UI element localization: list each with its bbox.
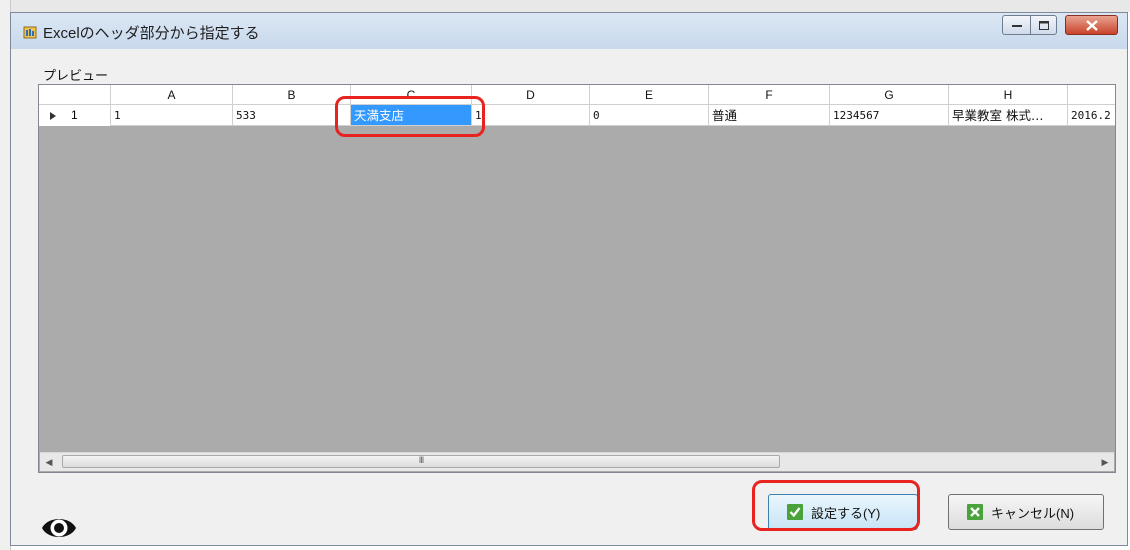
row-number: 1 (71, 108, 78, 122)
scrollbar-thumb[interactable]: III (62, 455, 780, 468)
grid-header-row: A B C D E F G H (39, 85, 1115, 105)
cell-d1[interactable]: 1 (472, 105, 590, 126)
scrollbar-grip: III (418, 455, 424, 465)
minimize-button[interactable] (1002, 15, 1030, 35)
background-strip (0, 0, 1130, 12)
maximize-icon (1038, 20, 1049, 30)
grid-corner-cell[interactable] (39, 85, 111, 105)
cancel-button-label: キャンセル(N) (991, 505, 1075, 521)
cell-b1[interactable]: 533 (233, 105, 351, 126)
row-header[interactable]: 1 (39, 105, 111, 126)
column-header-g[interactable]: G (830, 85, 949, 105)
cell-i1[interactable]: 2016.2 (1068, 105, 1115, 126)
minimize-icon (1011, 25, 1022, 27)
column-header-e[interactable]: E (590, 85, 709, 105)
column-header-c[interactable]: C (351, 85, 472, 105)
confirm-button[interactable]: 設定する(Y) (768, 494, 918, 530)
column-header-d[interactable]: D (472, 85, 590, 105)
checkmark-icon (787, 504, 803, 520)
scroll-right-arrow-icon[interactable]: ▶ (1096, 453, 1114, 471)
eye-icon (42, 519, 76, 537)
x-icon (967, 504, 983, 520)
cancel-button[interactable]: キャンセル(N) (948, 494, 1104, 530)
maximize-button[interactable] (1030, 15, 1057, 35)
scroll-left-arrow-icon[interactable]: ◀ (40, 453, 58, 471)
close-icon (1085, 19, 1098, 31)
column-header-i[interactable] (1068, 85, 1115, 105)
preview-grid[interactable]: A B C D E F G H 1 1 533 天満支店 1 0 普通 1234… (38, 84, 1116, 473)
column-header-b[interactable]: B (233, 85, 351, 105)
column-header-a[interactable]: A (111, 85, 233, 105)
cell-f1[interactable]: 普通 (709, 105, 830, 126)
preview-label: プレビュー (43, 68, 109, 83)
dialog-window: Excelのヘッダ部分から指定する プレビュー A B C D E F G H (10, 12, 1128, 546)
cell-c1[interactable]: 天満支店 (351, 105, 472, 126)
column-header-f[interactable]: F (709, 85, 830, 105)
table-row: 1 1 533 天満支店 1 0 普通 1234567 早業教室 株式… 201… (39, 105, 1115, 126)
horizontal-scrollbar[interactable]: ◀ III ▶ (40, 452, 1114, 471)
confirm-button-label: 設定する(Y) (811, 505, 881, 521)
cell-e1[interactable]: 0 (590, 105, 709, 126)
cell-h1[interactable]: 早業教室 株式… (949, 105, 1068, 126)
column-header-h[interactable]: H (949, 85, 1068, 105)
app-icon (23, 26, 37, 39)
current-row-arrow-icon (50, 112, 56, 120)
cell-g1[interactable]: 1234567 (830, 105, 949, 126)
close-button[interactable] (1065, 15, 1118, 35)
window-title: Excelのヘッダ部分から指定する (43, 25, 260, 42)
cell-a1[interactable]: 1 (111, 105, 233, 126)
title-bar: Excelのヘッダ部分から指定する (11, 13, 1127, 49)
